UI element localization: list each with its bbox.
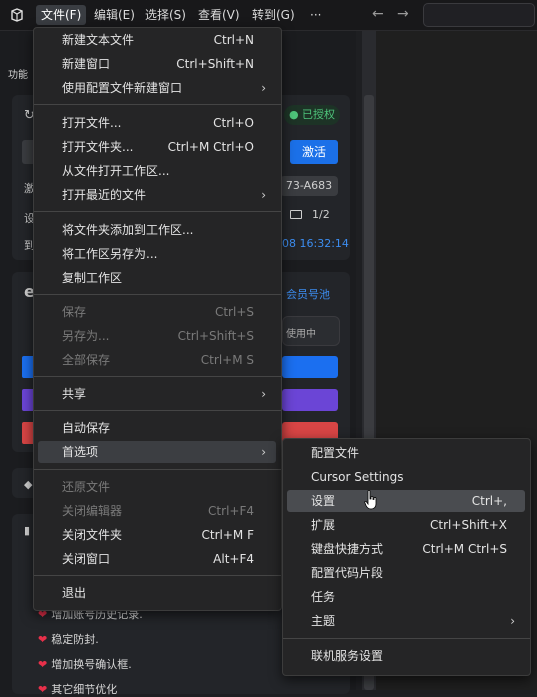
hand-pointer-icon: [364, 490, 377, 510]
menu-item-settings[interactable]: 设置 Ctrl+,: [287, 490, 525, 512]
changelog-item: ❤ 其它细节优化: [38, 683, 118, 696]
menu-item-online-services-settings[interactable]: 联机服务设置: [287, 645, 525, 667]
chevron-right-icon: ›: [261, 81, 266, 95]
tag-icon: ◆: [24, 478, 33, 491]
menu-separator: [34, 294, 281, 295]
menu-item-themes[interactable]: 主题 ›: [287, 610, 525, 632]
menu-item-save[interactable]: 保存 Ctrl+S: [38, 301, 276, 323]
activate-button[interactable]: 激活: [290, 140, 338, 164]
menu-item-keyboard-shortcuts[interactable]: 键盘快捷方式 Ctrl+M Ctrl+S: [287, 538, 525, 560]
menu-separator: [283, 638, 530, 639]
menu-separator: [34, 104, 281, 105]
menu-item-exit[interactable]: 退出: [38, 582, 276, 604]
chevron-right-icon: ›: [261, 188, 266, 202]
menu-item-configure-snippets[interactable]: 配置代码片段: [287, 562, 525, 584]
menu-separator: [34, 469, 281, 470]
menu-item-new-window-with-profile[interactable]: 使用配置文件新建窗口 ›: [38, 77, 276, 99]
authorized-badge: ● 已授权: [284, 105, 340, 125]
back-arrow-icon[interactable]: ←: [372, 6, 384, 22]
menu-item-profiles[interactable]: 配置文件: [287, 442, 525, 464]
menu-item-new-text-file[interactable]: 新建文本文件 Ctrl+N: [38, 29, 276, 51]
menu-item-open-recent[interactable]: 打开最近的文件 ›: [38, 184, 276, 206]
monitor-icon: [290, 210, 302, 219]
panel-title: 功能: [8, 70, 28, 81]
menu-separator: [34, 575, 281, 576]
heart-icon: ❤: [38, 658, 48, 671]
menu-item-cursor-settings[interactable]: Cursor Settings: [287, 466, 525, 488]
chevron-right-icon: ›: [261, 387, 266, 401]
file-menu-dropdown: 新建文本文件 Ctrl+N 新建窗口 Ctrl+Shift+N 使用配置文件新建窗口…: [33, 27, 282, 611]
menu-item-new-window[interactable]: 新建窗口 Ctrl+Shift+N: [38, 53, 276, 75]
menu-selection[interactable]: 选择(S): [140, 5, 191, 25]
menu-item-open-folder[interactable]: 打开文件夹... Ctrl+M Ctrl+O: [38, 136, 276, 158]
menu-item-open-workspace[interactable]: 从文件打开工作区...: [38, 160, 276, 182]
menu-view[interactable]: 查看(V): [193, 5, 245, 25]
expiry-timestamp: 08 16:32:14: [282, 237, 349, 250]
menu-item-save-as[interactable]: 另存为... Ctrl+Shift+S: [38, 325, 276, 347]
menu-item-duplicate-workspace[interactable]: 复制工作区: [38, 267, 276, 289]
menu-item-add-folder-to-workspace[interactable]: 将文件夹添加到工作区...: [38, 219, 276, 241]
purple-button-right[interactable]: [282, 389, 338, 411]
menu-go[interactable]: 转到(G): [247, 5, 300, 25]
menu-more[interactable]: ···: [305, 5, 326, 25]
menu-item-tasks[interactable]: 任务: [287, 586, 525, 608]
changelog-item: ❤ 稳定防封.: [38, 633, 99, 646]
menu-item-preferences[interactable]: 首选项 ›: [38, 441, 276, 463]
menu-separator: [34, 410, 281, 411]
chevron-right-icon: ›: [510, 614, 515, 628]
menu-item-revert-file[interactable]: 还原文件: [38, 476, 276, 498]
command-center-search[interactable]: [423, 3, 535, 27]
changelog-item: ❤ 增加换号确认框.: [38, 658, 132, 671]
menu-item-share[interactable]: 共享 ›: [38, 383, 276, 405]
forward-arrow-icon[interactable]: →: [397, 6, 409, 22]
menu-edit[interactable]: 编辑(E): [89, 5, 140, 25]
menu-separator: [34, 376, 281, 377]
menu-item-extensions[interactable]: 扩展 Ctrl+Shift+X: [287, 514, 525, 536]
menu-file[interactable]: 文件(F): [36, 5, 87, 25]
member-pool-link[interactable]: 会员号池: [286, 286, 330, 302]
menu-item-auto-save[interactable]: 自动保存: [38, 417, 276, 439]
chevron-right-icon: ›: [261, 445, 266, 459]
menu-item-close-window[interactable]: 关闭窗口 Alt+F4: [38, 548, 276, 570]
page-counter: 1/2: [312, 208, 330, 221]
in-use-label: 使用中: [286, 329, 316, 340]
menu-separator: [34, 211, 281, 212]
heart-icon: ❤: [38, 633, 48, 646]
preferences-submenu: 配置文件 Cursor Settings 设置 Ctrl+, 扩展 Ctrl+Shi…: [282, 438, 531, 676]
book-icon: ▮: [24, 524, 31, 537]
menu-item-open-file[interactable]: 打开文件... Ctrl+O: [38, 112, 276, 134]
menu-item-save-all[interactable]: 全部保存 Ctrl+M S: [38, 349, 276, 371]
machine-code-chip[interactable]: 73-A683: [280, 176, 338, 196]
menu-item-close-folder[interactable]: 关闭文件夹 Ctrl+M F: [38, 524, 276, 546]
menu-item-close-editor[interactable]: 关闭编辑器 Ctrl+F4: [38, 500, 276, 522]
cursor-logo-icon[interactable]: [10, 8, 24, 22]
menu-item-save-workspace-as[interactable]: 将工作区另存为...: [38, 243, 276, 265]
blue-button-right[interactable]: [282, 356, 338, 378]
